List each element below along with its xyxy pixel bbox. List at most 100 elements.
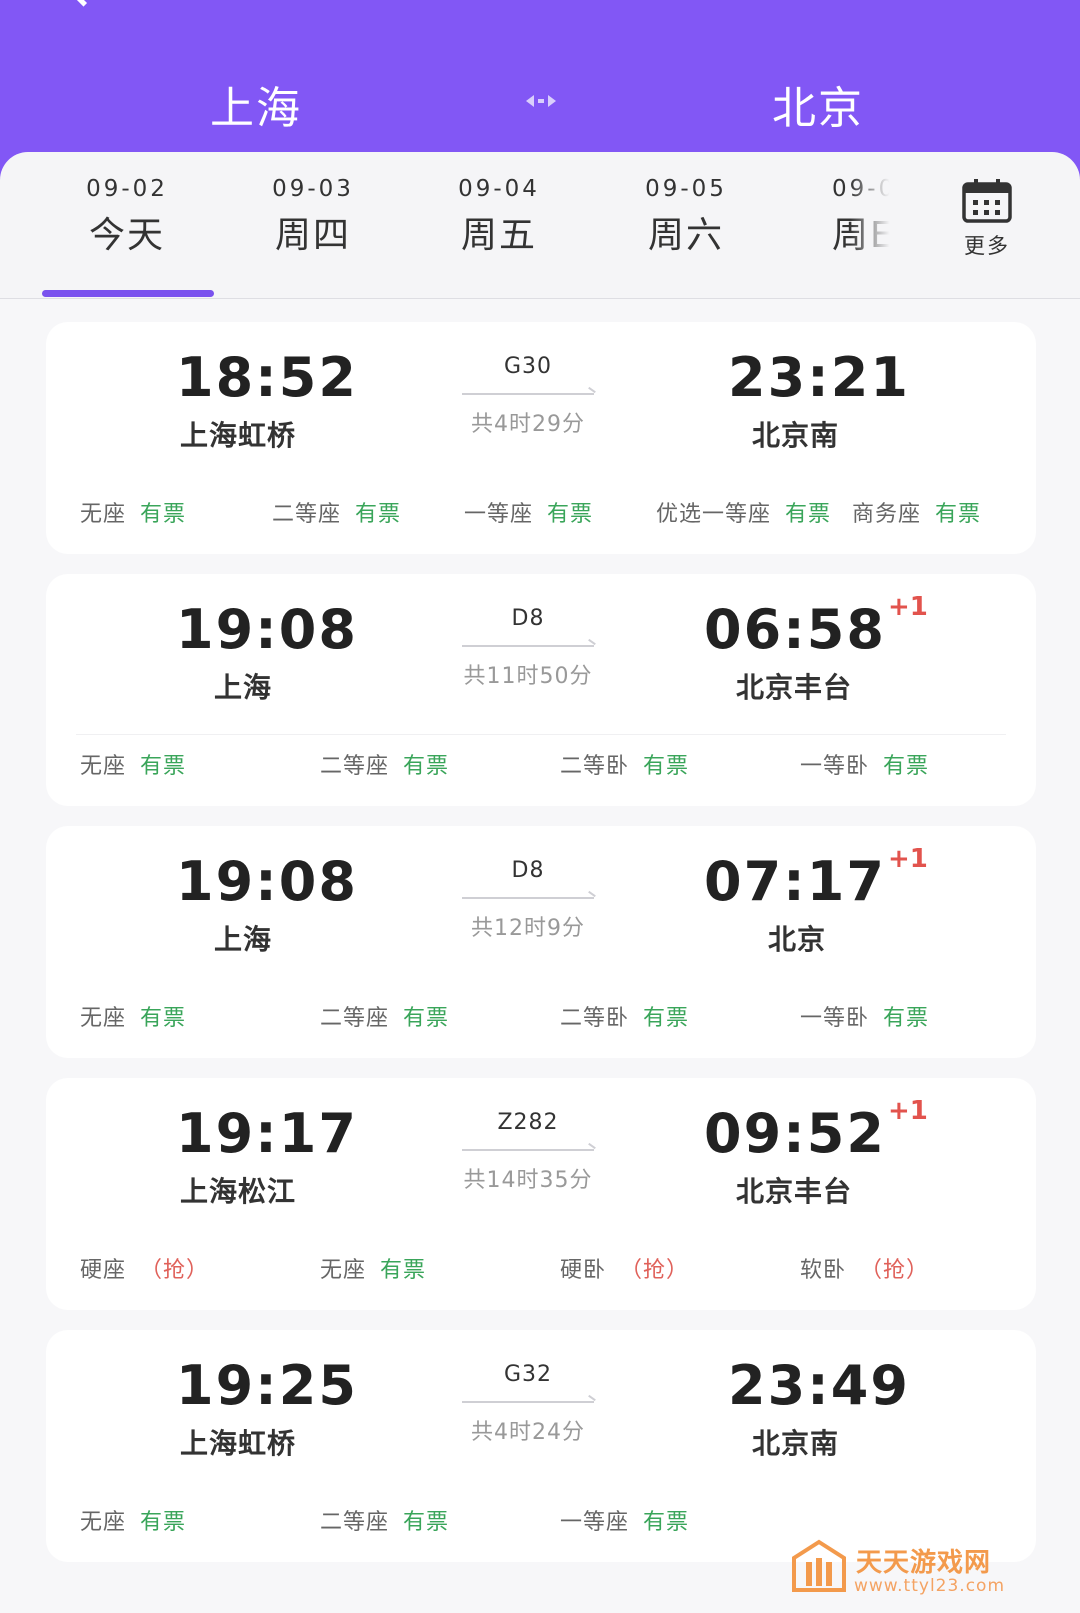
trip-duration: 共4时24分 [471, 1420, 585, 1445]
departure-station: 上海 [214, 671, 273, 704]
route-arrow [462, 393, 594, 395]
more-dates-button[interactable]: 更多 [950, 178, 1024, 260]
seat-class: 优选一等座 [656, 502, 772, 527]
seat-availability: 硬座 （抢） [80, 1252, 209, 1284]
trip-duration: 共14时35分 [463, 1168, 593, 1193]
seat-status: （抢） [860, 1258, 930, 1283]
calendar-icon [962, 179, 1012, 223]
seat-class: 无座 [80, 1006, 127, 1031]
seat-class: 无座 [320, 1258, 367, 1283]
route-arrow [462, 1149, 594, 1151]
seat-status: 有票 [883, 1006, 930, 1031]
seat-status: 有票 [403, 754, 450, 779]
seat-status: 有票 [785, 502, 832, 527]
seat-class: 二等座 [320, 1006, 390, 1031]
train-card-g32[interactable]: 19:25 上海虹桥 G32 共4时24分 23:49 北京南 无座 有票 二等座… [46, 1330, 1036, 1562]
seat-availability: 一等座 有票 [464, 496, 593, 528]
seat-availability: 二等座 有票 [320, 748, 449, 780]
seat-status: 有票 [403, 1510, 450, 1535]
date-scroll-fade [850, 152, 922, 298]
seat-status: 有票 [883, 754, 930, 779]
watermark-text: 天天游戏网 [856, 1548, 992, 1578]
trip-duration: 共12时9分 [471, 916, 585, 941]
card-divider [76, 734, 1006, 735]
seat-status: 有票 [140, 1510, 187, 1535]
train-number: G32 [503, 1362, 553, 1387]
seat-status: 有票 [547, 502, 594, 527]
route-arrow [462, 645, 594, 647]
date-tab-weekday: 周五 [460, 215, 537, 256]
train-number: D8 [511, 858, 545, 883]
departure-station: 上海松江 [180, 1175, 297, 1208]
seat-availability: 无座 有票 [80, 1000, 186, 1032]
seat-status: 有票 [355, 502, 402, 527]
seat-availability: 硬卧 （抢） [560, 1252, 689, 1284]
seat-status: 有票 [643, 1006, 690, 1031]
seat-class: 一等座 [464, 502, 534, 527]
seat-class: 商务座 [852, 502, 922, 527]
next-day-badge: +1 [888, 1096, 928, 1126]
selected-date-indicator [42, 290, 214, 297]
seat-availability: 二等座 有票 [320, 1504, 449, 1536]
date-tab-0905[interactable]: 09-05 周六 [601, 176, 771, 258]
arrival-station: 北京南 [752, 419, 840, 452]
site-watermark: 天天游戏网 www.ttyl23.com [790, 1538, 1020, 1608]
seat-status: 有票 [935, 502, 982, 527]
train-card-d8-fengtai[interactable]: 19:08 上海 D8 共11时50分 06:58 +1 北京丰台 无座 有票 二… [46, 574, 1036, 806]
to-city[interactable]: 北京 [772, 72, 864, 136]
seat-availability: 二等卧 有票 [560, 748, 689, 780]
train-card-g30[interactable]: 18:52 上海虹桥 G30 共4时29分 23:21 北京南 无座 有票 二等座… [46, 322, 1036, 554]
seat-availability: 二等卧 有票 [560, 1000, 689, 1032]
departure-time: 19:17 [176, 1102, 358, 1165]
train-card-d8-beijing[interactable]: 19:08 上海 D8 共12时9分 07:17 +1 北京 无座 有票 二等座有… [46, 826, 1036, 1058]
seat-class: 二等卧 [560, 754, 630, 779]
departure-time: 19:08 [176, 598, 358, 661]
seat-class: 无座 [80, 754, 127, 779]
arrival-station: 北京南 [752, 1427, 840, 1460]
seat-class: 二等座 [320, 1510, 390, 1535]
route-arrow [462, 1401, 594, 1403]
departure-time: 19:08 [176, 850, 358, 913]
date-tab-0903[interactable]: 09-03 周四 [228, 176, 398, 258]
seat-availability: 商务座 有票 [852, 496, 981, 528]
seat-availability: 一等卧 有票 [800, 748, 929, 780]
seat-class: 一等卧 [800, 1006, 870, 1031]
seat-status: 有票 [643, 754, 690, 779]
seat-class: 无座 [80, 502, 127, 527]
seat-availability: 一等座 有票 [560, 1504, 689, 1536]
trip-duration: 共11时50分 [463, 664, 593, 689]
arrival-time: 23:49 [728, 1354, 910, 1417]
house-logo-icon [792, 1539, 846, 1592]
seat-status: 有票 [643, 1510, 690, 1535]
date-tab-0904[interactable]: 09-04 周五 [414, 176, 584, 258]
seat-availability: 二等座 有票 [272, 496, 401, 528]
next-day-badge: +1 [888, 592, 928, 622]
back-arrow-icon[interactable] [64, 0, 103, 7]
from-city[interactable]: 上海 [210, 72, 302, 136]
arrival-time: 23:21 [728, 346, 910, 409]
seat-status: 有票 [140, 1006, 187, 1031]
date-tab-weekday: 周六 [647, 215, 724, 256]
seat-class: 无座 [80, 1510, 127, 1535]
date-tab-today[interactable]: 09-02 今天 [42, 176, 214, 297]
train-number: G30 [503, 354, 553, 379]
next-day-badge: +1 [888, 844, 928, 874]
arrival-station: 北京 [768, 923, 827, 956]
date-tab-weekday: 周四 [274, 215, 351, 256]
more-dates-label: 更多 [964, 234, 1010, 258]
seat-class: 一等座 [560, 1510, 630, 1535]
seat-status: 有票 [380, 1258, 427, 1283]
swap-arrows-icon[interactable] [524, 88, 558, 114]
seat-class: 二等座 [320, 754, 390, 779]
seat-availability: 优选一等座 有票 [656, 496, 831, 528]
date-tab-weekday: 今天 [88, 215, 165, 256]
seat-availability: 一等卧 有票 [800, 1000, 929, 1032]
seat-status: 有票 [140, 502, 187, 527]
arrival-station: 北京丰台 [736, 1175, 853, 1208]
departure-station: 上海虹桥 [180, 419, 297, 452]
seat-class: 二等座 [272, 502, 342, 527]
seat-availability: 软卧 （抢） [800, 1252, 929, 1284]
arrival-time: 09:52 [704, 1102, 886, 1165]
train-card-z282[interactable]: 19:17 上海松江 Z282 共14时35分 09:52 +1 北京丰台 硬座… [46, 1078, 1036, 1310]
seat-status: 有票 [403, 1006, 450, 1031]
